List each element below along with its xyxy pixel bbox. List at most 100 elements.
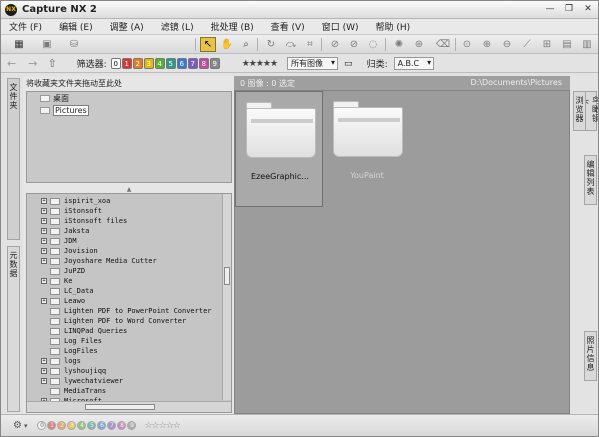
tree-item[interactable]: + iStonsoft xyxy=(27,206,102,216)
crop-icon[interactable]: ⌗ xyxy=(302,37,318,52)
label-set-8[interactable]: 8 xyxy=(117,421,127,430)
label-filter-5[interactable]: 5 xyxy=(165,58,176,69)
brush-icon[interactable]: ⟋ xyxy=(519,37,535,52)
label-set-6[interactable]: 6 xyxy=(97,421,107,430)
folder-thumbnail[interactable]: YouPaint xyxy=(323,91,411,207)
tab-folders[interactable]: 文件夹 xyxy=(7,78,20,240)
menu-help[interactable]: 帮助 (H) xyxy=(376,20,411,33)
tree-item[interactable]: + logs xyxy=(27,356,81,366)
tab-photo-info[interactable]: 照片信息 xyxy=(584,331,597,381)
add-control-point-icon[interactable]: ⊕ xyxy=(479,37,495,52)
label-filter-3[interactable]: 3 xyxy=(143,58,154,69)
tree-item[interactable]: + Leawo xyxy=(27,296,85,306)
straighten-icon[interactable]: ⤼ xyxy=(283,37,299,52)
expand-icon[interactable]: + xyxy=(41,298,47,304)
tree-item[interactable]: LINQPad Queries xyxy=(27,326,127,336)
selection-icon[interactable]: ▥ xyxy=(579,37,595,52)
label-filter-7[interactable]: 7 xyxy=(187,58,198,69)
label-set-5[interactable]: 5 xyxy=(87,421,97,430)
label-filter-6[interactable]: 6 xyxy=(176,58,187,69)
eraser-icon[interactable]: ⌫ xyxy=(435,37,451,52)
label-filter-0[interactable]: 0 xyxy=(110,58,121,69)
menu-window[interactable]: 窗口 (W) xyxy=(322,20,359,33)
color-picker-icon[interactable]: ⊛ xyxy=(411,37,427,52)
chevron-down-icon[interactable]: ▾ xyxy=(24,422,28,430)
label-set-1[interactable]: 1 xyxy=(47,421,57,430)
label-filter-9[interactable]: 9 xyxy=(209,58,220,69)
retouch-brush-icon[interactable]: ◌ xyxy=(365,37,381,52)
expand-icon[interactable]: + xyxy=(41,278,47,284)
direct-select-tool-icon[interactable]: ↖ xyxy=(200,37,216,52)
minus-control-point-icon[interactable]: ⊖ xyxy=(499,37,515,52)
tree-item[interactable]: + lyshoujiqq xyxy=(27,366,106,376)
tab-browser[interactable]: 浏览器 xyxy=(573,91,586,131)
expand-icon[interactable]: + xyxy=(41,258,47,264)
expand-icon[interactable]: + xyxy=(41,248,47,254)
tree-item[interactable]: + lywechatviewer xyxy=(27,376,123,386)
rating-filter-stars[interactable]: ★★★★★ xyxy=(242,59,278,69)
expand-icon[interactable]: + xyxy=(41,238,47,244)
scroll-thumb[interactable] xyxy=(85,404,155,410)
settings-gear-icon[interactable]: ⚙ xyxy=(13,420,22,431)
tree-item[interactable]: Lighten PDF to Word Converter xyxy=(27,316,186,326)
back-arrow-icon[interactable]: ← xyxy=(7,57,16,70)
tree-item[interactable]: + Joyoshare Media Cutter xyxy=(27,256,157,266)
expand-icon[interactable]: + xyxy=(41,368,47,374)
zoom-tool-icon[interactable]: ⌕ xyxy=(238,37,254,52)
tree-item[interactable]: + JDM xyxy=(27,236,77,246)
open-image-icon[interactable]: ▣ xyxy=(39,37,55,52)
red-eye-icon[interactable]: ⊘ xyxy=(327,37,343,52)
expand-icon[interactable]: + xyxy=(41,218,47,224)
menu-view[interactable]: 查看 (V) xyxy=(271,20,305,33)
tree-item[interactable]: Log Files xyxy=(27,336,102,346)
tree-vertical-scrollbar[interactable] xyxy=(222,194,231,400)
menu-batch[interactable]: 批处理 (B) xyxy=(211,20,254,33)
tree-item[interactable]: MediaTrans xyxy=(27,386,106,396)
tree-item[interactable]: JuPZD xyxy=(27,266,85,276)
label-set-7[interactable]: 7 xyxy=(107,421,117,430)
label-filter-4[interactable]: 4 xyxy=(154,58,165,69)
tree-item[interactable]: + iStonsoft files xyxy=(27,216,127,226)
tree-item[interactable]: + Jovision xyxy=(27,246,98,256)
restore-icon[interactable]: ❐ xyxy=(563,3,575,15)
label-filter-1[interactable]: 1 xyxy=(121,58,132,69)
menu-filter[interactable]: 滤镜 (L) xyxy=(161,20,194,33)
close-icon[interactable]: ✕ xyxy=(582,3,594,15)
tree-horizontal-scrollbar[interactable] xyxy=(27,401,231,412)
tree-item[interactable]: + Jaksta xyxy=(27,226,89,236)
label-set-9[interactable]: 9 xyxy=(127,421,137,430)
black-point-icon[interactable]: ✺ xyxy=(391,37,407,52)
expand-icon[interactable]: + xyxy=(41,378,47,384)
tree-item[interactable]: LC_Data xyxy=(27,286,94,296)
sort-select[interactable]: A.B.C xyxy=(393,57,435,70)
control-point-icon[interactable]: ⊙ xyxy=(459,37,475,52)
label-filter-2[interactable]: 2 xyxy=(132,58,143,69)
thumbnail-size-icon[interactable]: ▭ xyxy=(344,59,353,69)
menu-file[interactable]: 文件 (F) xyxy=(9,20,42,33)
label-filter-8[interactable]: 8 xyxy=(198,58,209,69)
menu-adjust[interactable]: 调整 (A) xyxy=(110,20,144,33)
folder-thumbnail[interactable]: EzeeGraphic... xyxy=(235,91,323,207)
tree-item[interactable]: Lighten PDF to PowerPoint Converter xyxy=(27,306,212,316)
favorite-item-desktop[interactable]: 桌面 xyxy=(27,92,231,104)
workspace-grid-icon[interactable]: ▦ xyxy=(11,37,27,52)
rating-set-stars[interactable]: ☆☆☆☆☆ xyxy=(144,421,180,431)
save-icon[interactable]: ⛁ xyxy=(66,37,82,52)
tab-metadata[interactable]: 元数据 xyxy=(7,246,20,412)
scroll-thumb[interactable] xyxy=(224,267,230,285)
auto-retouch-icon[interactable]: ⊘ xyxy=(346,37,362,52)
label-set-2[interactable]: 2 xyxy=(57,421,67,430)
expand-icon[interactable]: + xyxy=(41,358,47,364)
up-folder-icon[interactable]: ⇧ xyxy=(47,57,56,70)
expand-icon[interactable]: + xyxy=(41,208,47,214)
expand-icon[interactable]: + xyxy=(41,198,47,204)
tab-edit-list[interactable]: 编辑列表 xyxy=(584,155,597,205)
view-select[interactable]: 所有图像 xyxy=(287,57,339,70)
gradient-icon[interactable]: ⊞ xyxy=(539,37,555,52)
fill-icon[interactable]: ▤ xyxy=(559,37,575,52)
label-set-4[interactable]: 4 xyxy=(77,421,87,430)
favorite-item-pictures[interactable]: Pictures xyxy=(27,104,231,116)
menu-edit[interactable]: 编辑 (E) xyxy=(59,20,93,33)
label-set-3[interactable]: 3 xyxy=(67,421,77,430)
tree-item[interactable]: + Ke xyxy=(27,276,72,286)
